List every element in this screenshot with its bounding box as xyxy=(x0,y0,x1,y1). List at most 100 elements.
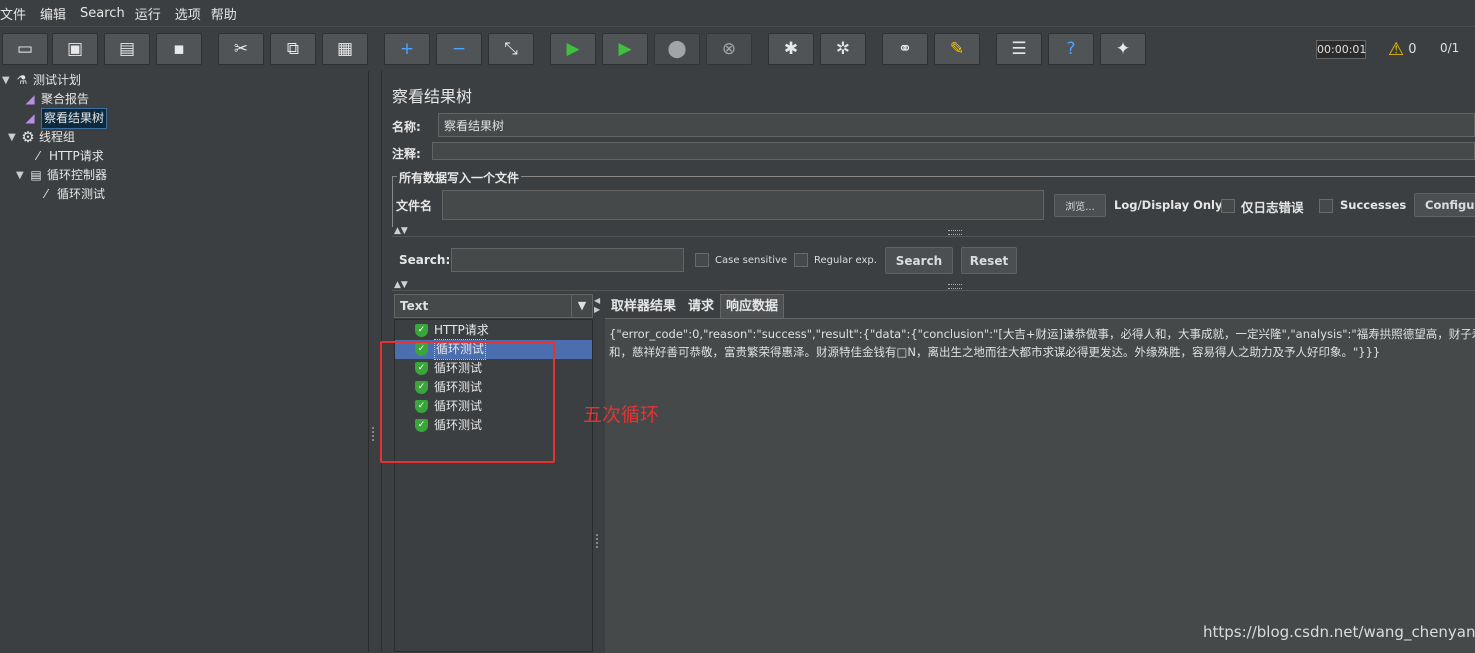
annotation-text: 五次循环 xyxy=(583,404,660,426)
remote-icon[interactable]: ✦ xyxy=(1100,33,1146,65)
tree-node-loop-controller[interactable]: ▼ ▤ 循环控制器 xyxy=(16,166,107,185)
expand-arrow-icon[interactable]: ▼ xyxy=(8,128,18,147)
regular-exp-label: Regular exp. xyxy=(814,255,877,266)
tree-node-view-results-tree[interactable]: ◢ 察看结果树 xyxy=(22,108,108,129)
search-label: Search: xyxy=(399,253,451,267)
response-body: {"error_code":0,"reason":"success","resu… xyxy=(609,325,1475,361)
results-splitter[interactable]: ◀ ▶ xyxy=(593,294,603,652)
clear-all-icon[interactable]: ✲ xyxy=(820,33,866,65)
collapse-toggle-icon[interactable]: ▲▼ xyxy=(394,226,408,236)
warning-indicator[interactable]: ⚠ 0 xyxy=(1388,39,1417,60)
response-line-1: {"error_code":0,"reason":"success","resu… xyxy=(609,327,1475,341)
name-label: 名称: xyxy=(392,120,421,134)
open-icon[interactable]: ▤ xyxy=(104,33,150,65)
test-plan-tree: ▼ ⚗ 测试计划 ◢ 聚合报告 ◢ 察看结果树 ▼ ⚙ 线程组 ⁄ HTTP请求… xyxy=(0,71,368,652)
menu-search[interactable]: Search xyxy=(73,6,132,21)
pipette-icon: ⁄ xyxy=(36,149,39,163)
tab-request[interactable]: 请求 xyxy=(682,294,720,320)
clear-icon[interactable]: ✱ xyxy=(768,33,814,65)
chevron-down-icon[interactable]: ▼ xyxy=(571,295,592,317)
menu-bar: 文件 编辑 Search 运行 选项 帮助 xyxy=(0,0,1475,26)
filename-label: 文件名 xyxy=(396,199,433,213)
case-sensitive-label: Case sensitive xyxy=(715,255,788,266)
case-sensitive-checkbox[interactable] xyxy=(695,253,709,267)
active-threads: 0/1 xyxy=(1440,41,1460,55)
tree-node-http-request[interactable]: ⁄ HTTP请求 xyxy=(30,147,104,166)
regular-exp-checkbox[interactable] xyxy=(794,253,808,267)
tree-node-loop-test[interactable]: ⁄ 循环测试 xyxy=(38,185,105,204)
chart-icon: ◢ xyxy=(25,111,35,125)
result-tabs: 取样器结果 请求 响应数据 xyxy=(605,294,785,320)
search-input[interactable] xyxy=(451,248,684,272)
start-icon[interactable]: ▶ xyxy=(550,33,596,65)
divider xyxy=(392,236,1475,237)
cut-icon[interactable]: ✂ xyxy=(218,33,264,65)
successes-label: Successes xyxy=(1340,198,1407,212)
search-icon[interactable]: ⚭ xyxy=(882,33,928,65)
search-button[interactable]: Search xyxy=(885,247,953,274)
toggle-icon[interactable]: ⤡ xyxy=(488,33,534,65)
menu-run[interactable]: 运行 xyxy=(132,4,168,23)
menu-options[interactable]: 选项 xyxy=(168,4,208,23)
help-icon[interactable]: ? xyxy=(1048,33,1094,65)
configure-button[interactable]: Configure xyxy=(1414,193,1475,217)
warning-icon: ⚠ xyxy=(1388,39,1405,60)
split-arrows-icon[interactable]: ◀ ▶ xyxy=(594,296,600,314)
new-icon[interactable]: ▭ xyxy=(2,33,48,65)
menu-help[interactable]: 帮助 xyxy=(208,4,244,23)
stop-icon[interactable]: ⬤ xyxy=(654,33,700,65)
pipette-icon: ⁄ xyxy=(44,187,47,201)
warning-count: 0 xyxy=(1408,42,1417,57)
splitter-grip xyxy=(372,427,378,441)
comment-label: 注释: xyxy=(392,147,421,161)
elapsed-timer: 00:00:01 xyxy=(1316,40,1366,59)
expand-arrow-icon[interactable]: ▼ xyxy=(2,71,12,90)
tree-node-aggregate-report[interactable]: ◢ 聚合报告 xyxy=(22,90,89,109)
shutdown-icon[interactable]: ⊗ xyxy=(706,33,752,65)
successes-checkbox[interactable] xyxy=(1319,199,1333,213)
save-icon[interactable]: ▪ xyxy=(156,33,202,65)
browse-button[interactable]: 浏览... xyxy=(1054,194,1106,217)
function-helper-icon[interactable]: ☰ xyxy=(996,33,1042,65)
expand-icon[interactable]: + xyxy=(384,33,430,65)
flask-icon: ⚗ xyxy=(16,73,28,87)
filename-input[interactable] xyxy=(442,190,1044,220)
errors-only-checkbox[interactable] xyxy=(1221,199,1235,213)
collapse-icon[interactable]: − xyxy=(436,33,482,65)
reset-search-icon[interactable]: ✎ xyxy=(934,33,980,65)
divider-2 xyxy=(392,290,1475,291)
tree-node-thread-group[interactable]: ▼ ⚙ 线程组 xyxy=(8,128,75,147)
success-shield-icon: ✓ xyxy=(415,324,428,337)
divider-grip[interactable] xyxy=(948,230,962,235)
name-value: 察看结果树 xyxy=(444,118,505,133)
templates-icon[interactable]: ▣ xyxy=(52,33,98,65)
chart-icon: ◢ xyxy=(25,92,35,106)
response-line-2: 和，慈祥好善可恭敬，富贵繁荣得惠泽。财源特佳金钱有□N，离出生之地而往大都市求谋… xyxy=(609,345,1381,359)
tree-node-test-plan[interactable]: ▼ ⚗ 测试计划 xyxy=(2,71,81,90)
list-item[interactable]: ✓ HTTP请求 xyxy=(395,321,592,340)
collapse-toggle-icon-2[interactable]: ▲▼ xyxy=(394,280,408,290)
name-field[interactable]: 察看结果树 xyxy=(438,113,1475,137)
start-no-pauses-icon[interactable]: ▶ xyxy=(602,33,648,65)
errors-only-label: 仅日志错误 xyxy=(1241,200,1304,215)
log-display-label: Log/Display Only: xyxy=(1114,198,1228,212)
toolbar: ▭ ▣ ▤ ▪ ✂ ⧉ ▦ + − ⤡ ▶ ▶ ⬤ ⊗ ✱ ✲ ⚭ ✎ ☰ ? … xyxy=(0,26,1475,72)
paste-icon[interactable]: ▦ xyxy=(322,33,368,65)
page-title: 察看结果树 xyxy=(392,87,473,106)
tab-sampler-result[interactable]: 取样器结果 xyxy=(605,294,682,320)
renderer-value: Text xyxy=(400,299,429,313)
gear-icon: ⚙ xyxy=(21,128,35,146)
response-data-panel[interactable]: {"error_code":0,"reason":"success","resu… xyxy=(605,318,1475,653)
copy-icon[interactable]: ⧉ xyxy=(270,33,316,65)
reset-button[interactable]: Reset xyxy=(961,247,1017,274)
menu-edit[interactable]: 编辑 xyxy=(33,4,73,23)
splitter-grip-2 xyxy=(596,534,602,548)
controller-icon: ▤ xyxy=(30,168,42,182)
fieldset-legend: 所有数据写入一个文件 xyxy=(397,169,522,186)
tab-response-data[interactable]: 响应数据 xyxy=(720,294,785,319)
menu-file[interactable]: 文件 xyxy=(0,4,33,23)
comment-field[interactable] xyxy=(432,142,1475,160)
renderer-select[interactable]: Text ▼ xyxy=(394,294,593,318)
divider-grip-2[interactable] xyxy=(948,284,962,289)
expand-arrow-icon[interactable]: ▼ xyxy=(16,166,26,185)
